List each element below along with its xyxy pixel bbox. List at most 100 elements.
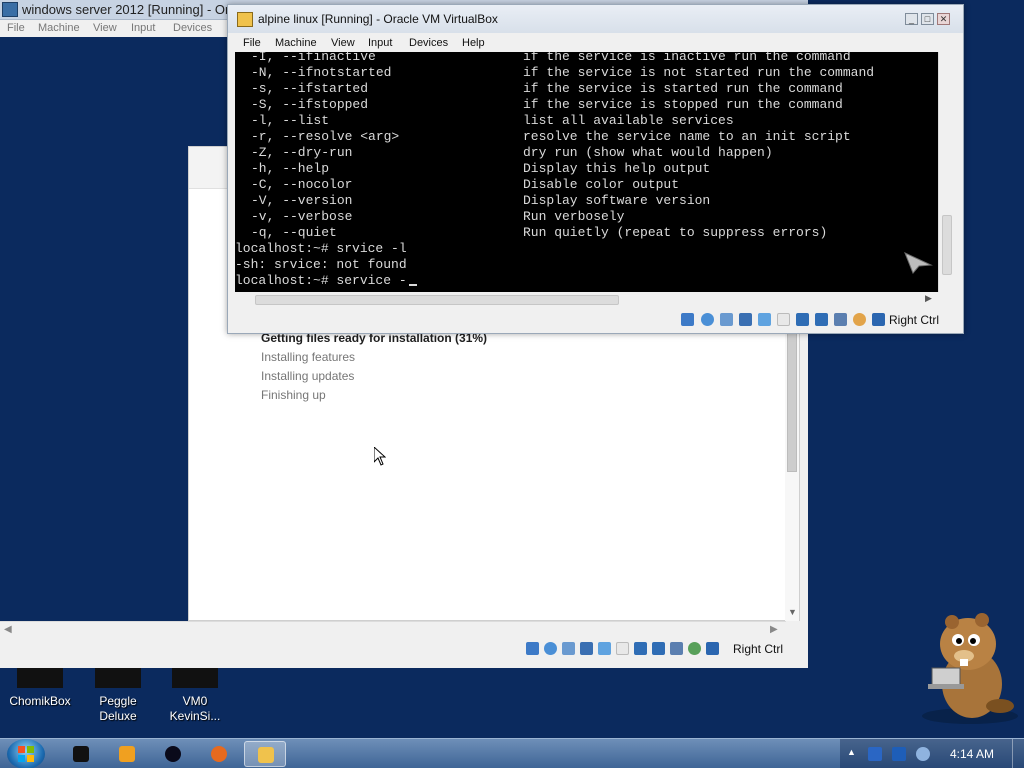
hard-disk-icon[interactable]	[526, 642, 539, 655]
clock[interactable]: 4:14 AM	[950, 747, 994, 761]
menu-input[interactable]: Input	[368, 37, 392, 49]
taskbar-item-app3[interactable]	[152, 741, 194, 767]
host-key-label[interactable]: Right Ctrl	[733, 642, 783, 656]
desktop-icon-chomikbox[interactable]: ChomikBox	[2, 668, 78, 718]
shared-folders-icon[interactable]	[777, 313, 790, 326]
bg-menu-file[interactable]: File	[7, 22, 25, 34]
video-capture-icon[interactable]	[815, 313, 828, 326]
show-hidden-icons-icon[interactable]: ▲	[847, 747, 856, 757]
display-icon[interactable]	[796, 313, 809, 326]
scroll-right-arrow-icon[interactable]: ▶	[770, 624, 778, 635]
mouse-integration-icon[interactable]	[706, 642, 719, 655]
terminal-option-flag: -l, --list	[251, 113, 330, 128]
guest-mouse-pointer-icon	[904, 252, 933, 274]
start-button[interactable]	[7, 739, 45, 768]
terminal-option-flag: -V, --version	[251, 193, 353, 208]
alpine-vm-window[interactable]: alpine linux [Running] - Oracle VM Virtu…	[227, 4, 964, 334]
menu-view[interactable]: View	[331, 37, 355, 49]
bg-menu-input[interactable]: Input	[131, 22, 155, 34]
network-tray-icon[interactable]	[892, 747, 906, 761]
desktop-icon-label: ChomikBox	[9, 694, 71, 708]
alpine-vm-titlebar[interactable]: alpine linux [Running] - Oracle VM Virtu…	[228, 5, 963, 33]
terminal-option-desc: if the service is inactive run the comma…	[523, 52, 851, 64]
alpine-vm-statusbar: Right Ctrl	[228, 308, 963, 332]
terminal-cursor	[408, 284, 417, 286]
menu-machine[interactable]: Machine	[275, 37, 317, 49]
terminal-option-desc: if the service is not started run the co…	[523, 65, 875, 80]
network-icon[interactable]	[580, 642, 593, 655]
taskbar: ▲ 4:14 AM	[0, 738, 1024, 768]
menu-help[interactable]: Help	[462, 37, 485, 49]
menu-devices[interactable]: Devices	[409, 37, 448, 49]
host-key-label[interactable]: Right Ctrl	[889, 313, 939, 327]
usb-icon[interactable]	[598, 642, 611, 655]
taskbar-item-app1[interactable]	[60, 741, 102, 767]
taskbar-item-media-player[interactable]	[106, 741, 148, 767]
terminal-hscrollbar[interactable]: ▶	[235, 292, 938, 308]
tray-app-icon[interactable]	[868, 747, 882, 761]
terminal-console[interactable]: -I, --ifinactive if the service is inact…	[235, 52, 938, 292]
desktop-icon-vm0[interactable]: VM0 KevinSi...	[157, 668, 233, 723]
taskbar-item-firefox[interactable]	[198, 741, 240, 767]
black-app-icon	[73, 746, 89, 762]
bg-menu-machine[interactable]: Machine	[38, 22, 80, 34]
volume-icon[interactable]	[916, 747, 930, 761]
guest-additions-icon[interactable]	[688, 642, 701, 655]
setup-step: Installing updates	[261, 369, 355, 383]
close-icon[interactable]: ✕	[937, 13, 950, 25]
terminal-vscrollbar-thumb[interactable]	[942, 215, 952, 275]
usb-icon[interactable]	[758, 313, 771, 326]
terminal-hscrollbar-thumb[interactable]	[255, 295, 619, 305]
virtualization-icon[interactable]	[834, 313, 847, 326]
bg-menu-view[interactable]: View	[93, 22, 117, 34]
chomikbox-icon	[17, 668, 63, 688]
windows-logo-icon	[18, 746, 34, 762]
beaver-mascot-icon	[922, 613, 1018, 724]
terminal-prompt-line[interactable]: localhost:~# service -	[235, 273, 417, 289]
desktop-icon-label: Peggle Deluxe	[99, 694, 137, 723]
optical-drive-icon[interactable]	[544, 642, 557, 655]
network-icon[interactable]	[739, 313, 752, 326]
menu-file[interactable]: File	[243, 37, 261, 49]
background-vm-statusbar: Right Ctrl	[0, 638, 808, 660]
vm-shortcut-icon	[172, 668, 218, 688]
taskbar-item-virtualbox[interactable]	[244, 741, 286, 767]
terminal-current-input: localhost:~# service -	[235, 273, 407, 288]
virtualization-icon[interactable]	[670, 642, 683, 655]
guest-additions-icon[interactable]	[853, 313, 866, 326]
background-vm-hscrollbar[interactable]: ◀ ▶	[0, 621, 786, 638]
alpine-vm-title: alpine linux [Running] - Oracle VM Virtu…	[258, 12, 498, 26]
mouse-integration-icon[interactable]	[872, 313, 885, 326]
terminal-option-flag: -I, --ifinactive	[251, 52, 376, 64]
dark-orb-icon	[165, 746, 181, 762]
display-icon[interactable]	[634, 642, 647, 655]
video-capture-icon[interactable]	[652, 642, 665, 655]
setup-step: Finishing up	[261, 388, 326, 402]
desktop-icon-label: VM0 KevinSi...	[169, 694, 221, 723]
terminal-option-flag: -h, --help	[251, 161, 330, 176]
firefox-icon	[211, 746, 227, 762]
mouse-pointer-icon	[374, 447, 386, 466]
terminal-option-desc: Disable color output	[523, 177, 680, 192]
media-player-icon	[119, 746, 135, 762]
terminal-vscrollbar[interactable]	[938, 52, 954, 292]
setup-scrollbar-thumb[interactable]	[787, 332, 797, 472]
scroll-right-arrow-icon[interactable]: ▶	[925, 293, 932, 304]
optical-drive-icon[interactable]	[701, 313, 714, 326]
shared-folders-icon[interactable]	[616, 642, 629, 655]
bg-menu-devices[interactable]: Devices	[173, 22, 212, 34]
scroll-down-arrow-icon[interactable]: ▼	[788, 607, 797, 617]
terminal-option-desc: Run quietly (repeat to suppress errors)	[523, 225, 828, 240]
terminal-option-desc: if the service is started run the comman…	[523, 81, 843, 96]
desktop-icon-peggle-deluxe[interactable]: Peggle Deluxe	[79, 668, 157, 723]
terminal-option-desc: list all available services	[523, 113, 734, 128]
show-desktop-button[interactable]	[1012, 739, 1024, 768]
minimize-icon[interactable]: _	[905, 13, 918, 25]
audio-icon[interactable]	[720, 313, 733, 326]
peggle-icon	[95, 668, 141, 688]
scroll-left-arrow-icon[interactable]: ◀	[4, 624, 12, 635]
virtualbox-icon	[2, 2, 18, 17]
audio-icon[interactable]	[562, 642, 575, 655]
hard-disk-icon[interactable]	[681, 313, 694, 326]
maximize-icon[interactable]: □	[921, 13, 934, 25]
